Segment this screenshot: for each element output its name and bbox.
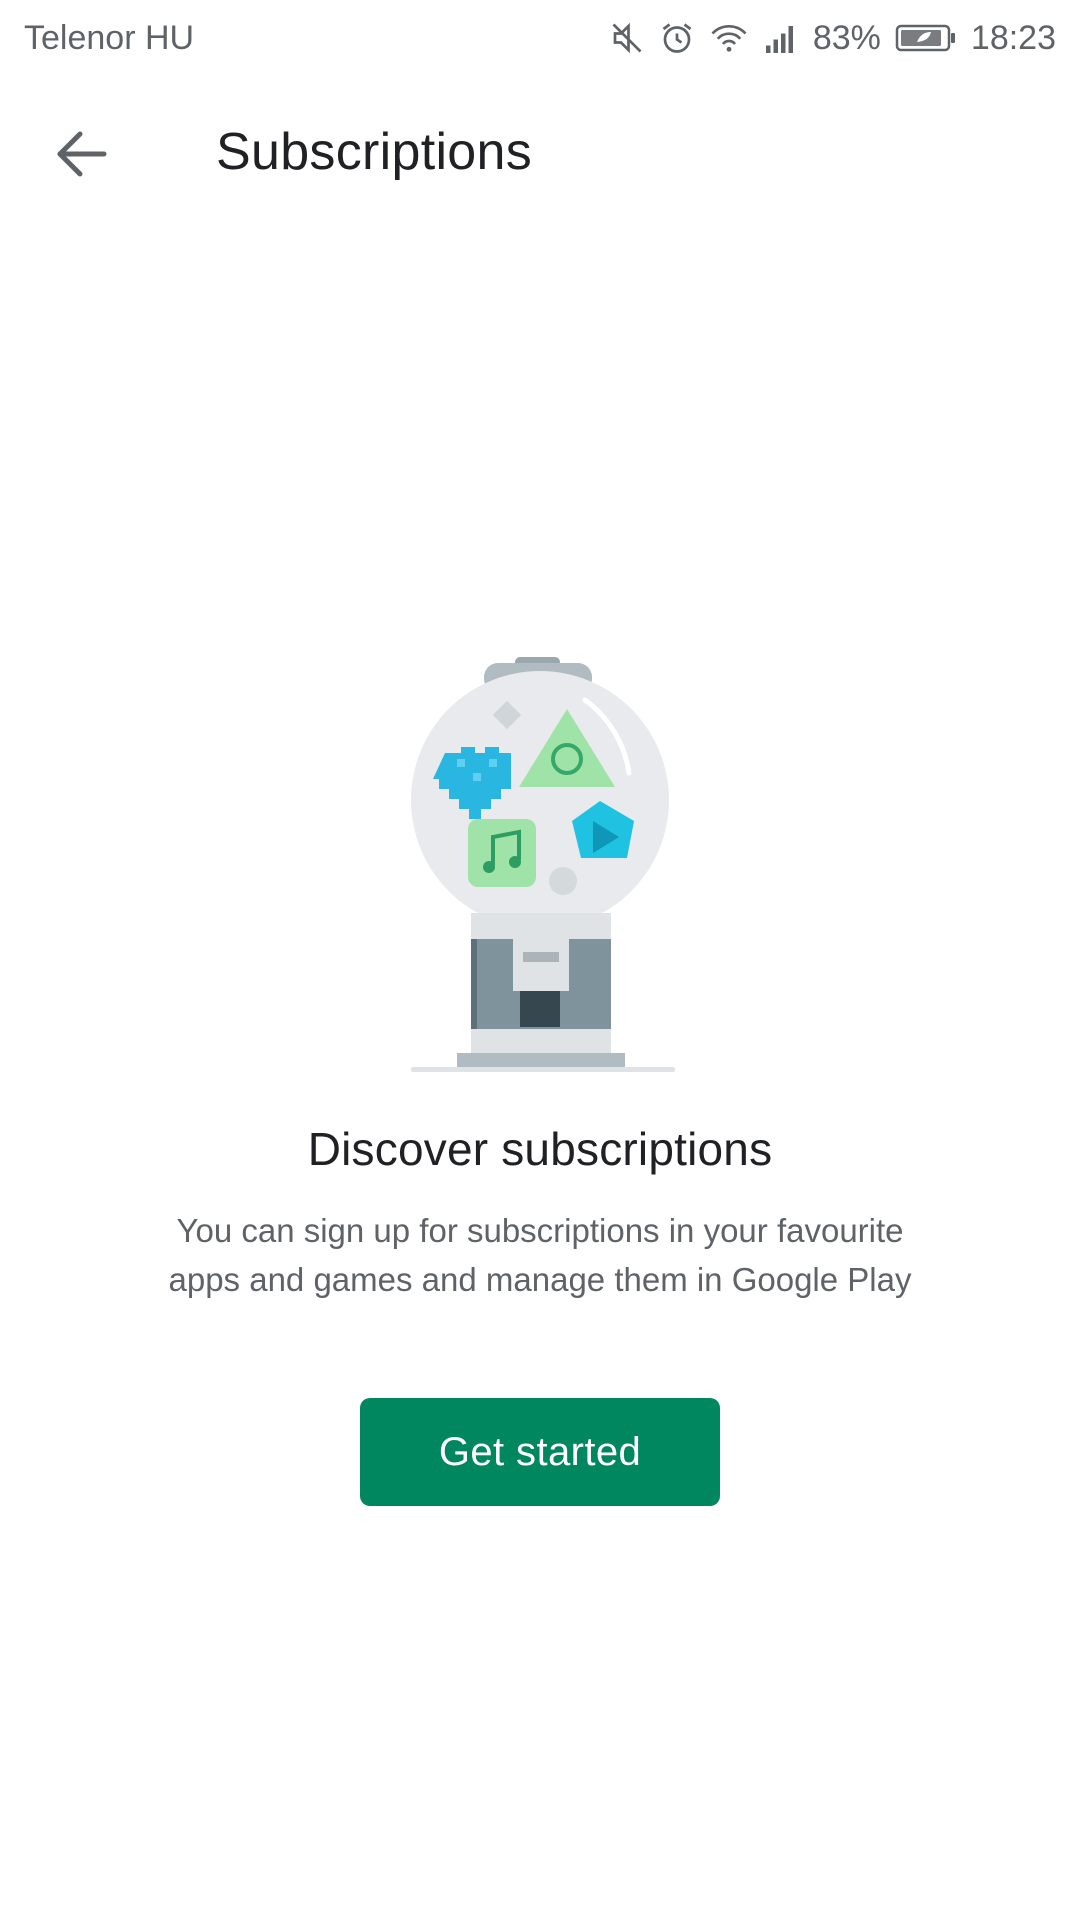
gumball-machine-illustration (405, 655, 680, 1075)
wifi-icon (709, 20, 749, 56)
alarm-icon (659, 20, 695, 56)
empty-state-title: Discover subscriptions (307, 1123, 773, 1175)
back-button[interactable] (46, 126, 118, 186)
get-started-button[interactable]: Get started (360, 1398, 720, 1506)
arrow-back-icon (56, 130, 108, 183)
empty-state-description: You can sign up for subscriptions in you… (100, 1206, 980, 1304)
status-bar: Telenor HU 83% 18:23 (0, 0, 1080, 76)
app-bar: Subscriptions (0, 100, 1080, 210)
status-icons: 83% 18:23 (609, 19, 1056, 58)
description-line-2: apps and games and manage them in Google… (168, 1261, 912, 1298)
page-title: Subscriptions (216, 123, 533, 181)
battery-percent: 83% (812, 18, 881, 57)
description-line-1: You can sign up for subscriptions in you… (176, 1212, 904, 1249)
mute-icon (609, 20, 645, 56)
clock: 18:23 (970, 18, 1056, 57)
battery-icon (895, 22, 957, 54)
carrier-name: Telenor HU (24, 18, 195, 57)
signal-icon (763, 20, 799, 56)
